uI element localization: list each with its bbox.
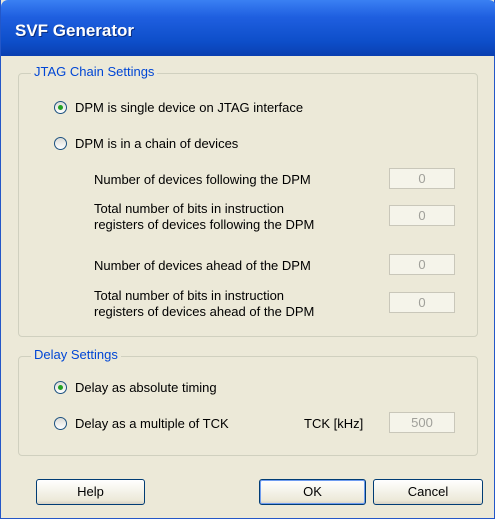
radio-delay-multiple-indicator[interactable]	[54, 417, 67, 430]
devices-ahead-field[interactable]	[389, 254, 455, 275]
radio-dpm-single-indicator[interactable]	[54, 101, 67, 114]
bits-ahead-label-line1: Total number of bits in instruction	[94, 288, 285, 303]
ok-button[interactable]: OK	[259, 479, 366, 505]
radio-dpm-chain-indicator[interactable]	[54, 137, 67, 150]
bits-following-field[interactable]	[389, 205, 455, 226]
radio-delay-multiple-label: Delay as a multiple of TCK	[75, 416, 229, 431]
devices-following-field[interactable]	[389, 168, 455, 189]
tck-khz-label: TCK [kHz]	[304, 416, 364, 431]
delay-settings-group	[18, 356, 478, 456]
radio-delay-multiple[interactable]: Delay as a multiple of TCK	[54, 416, 229, 431]
tck-khz-field[interactable]	[389, 412, 455, 433]
radio-dpm-chain[interactable]: DPM is in a chain of devices	[54, 136, 238, 151]
window-title: SVF Generator	[15, 21, 135, 40]
radio-dpm-single[interactable]: DPM is single device on JTAG interface	[54, 100, 303, 115]
radio-delay-absolute-label: Delay as absolute timing	[75, 380, 217, 395]
help-button[interactable]: Help	[36, 479, 145, 505]
bits-ahead-label-line2: registers of devices ahead of the DPM	[94, 304, 315, 319]
svf-generator-dialog: SVF Generator JTAG Chain Settings DPM is…	[0, 0, 495, 519]
bits-ahead-field[interactable]	[389, 292, 455, 313]
radio-delay-absolute-indicator[interactable]	[54, 381, 67, 394]
bits-following-label-line1: Total number of bits in instruction	[94, 201, 285, 216]
devices-ahead-label: Number of devices ahead of the DPM	[94, 258, 311, 273]
jtag-chain-settings-legend: JTAG Chain Settings	[31, 64, 158, 79]
cancel-button[interactable]: Cancel	[373, 479, 483, 505]
radio-dpm-chain-label: DPM is in a chain of devices	[75, 136, 239, 151]
title-bar[interactable]: SVF Generator	[1, 0, 495, 56]
bits-following-label-line2: registers of devices following the DPM	[94, 217, 315, 232]
devices-following-label: Number of devices following the DPM	[94, 172, 311, 187]
radio-delay-absolute[interactable]: Delay as absolute timing	[54, 380, 217, 395]
radio-dpm-single-label: DPM is single device on JTAG interface	[75, 100, 304, 115]
delay-settings-legend: Delay Settings	[31, 347, 121, 362]
